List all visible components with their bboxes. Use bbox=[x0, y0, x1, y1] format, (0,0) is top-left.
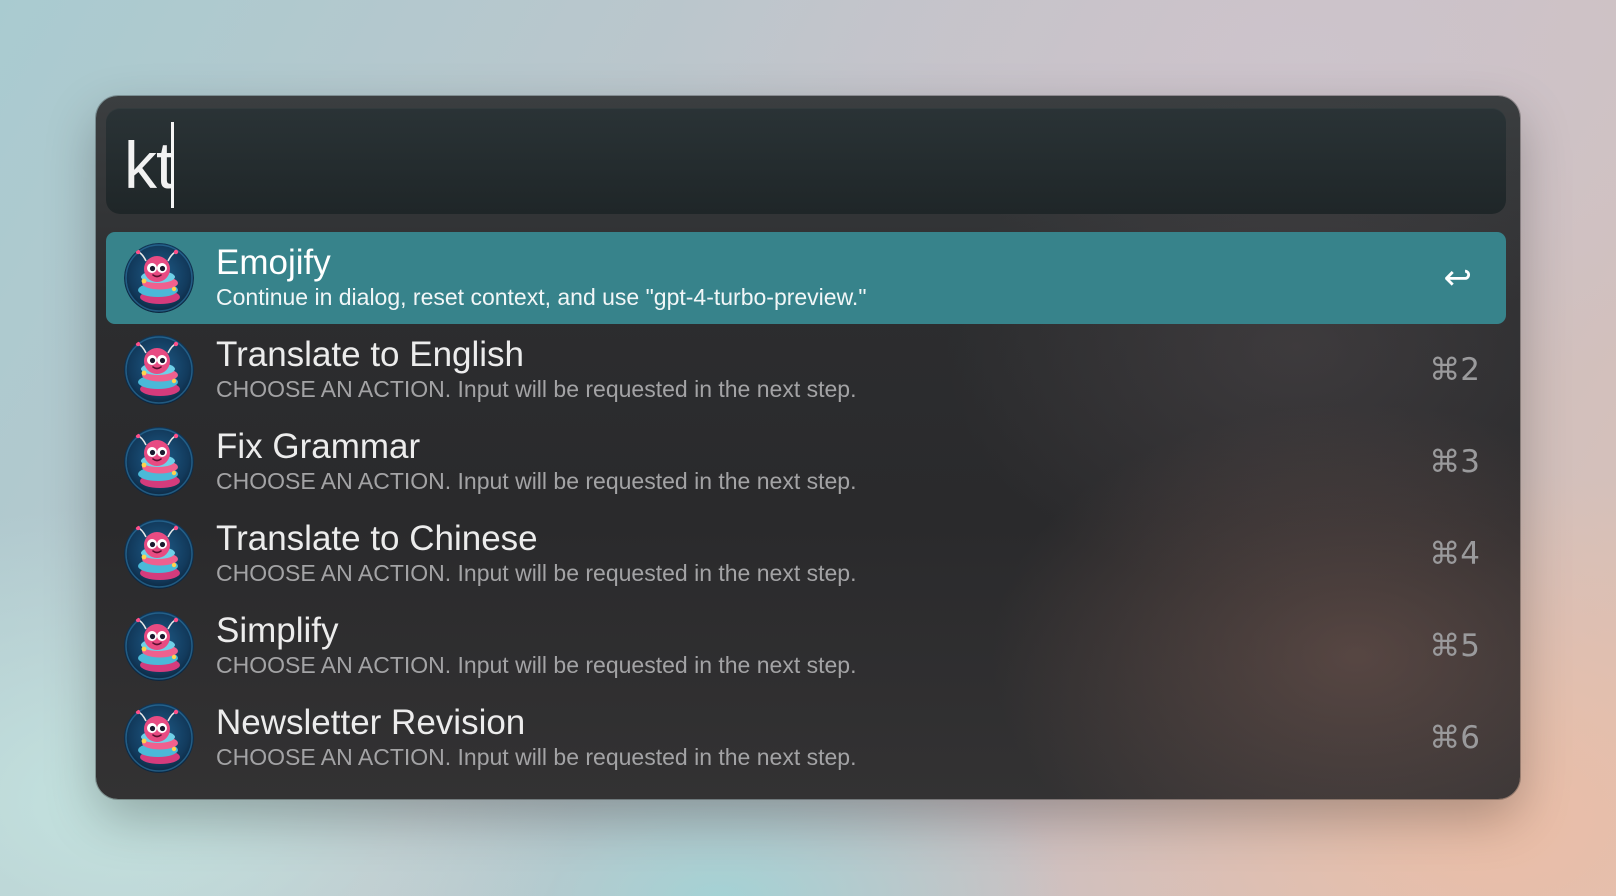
result-title: Simplify bbox=[216, 611, 339, 650]
launcher-window: kt Emojify Continue in dialog, reset con… bbox=[96, 96, 1520, 799]
result-title: Newsletter Revision bbox=[216, 703, 526, 742]
bug-mascot-icon bbox=[124, 335, 194, 405]
search-query: kt bbox=[124, 128, 174, 202]
search-field[interactable]: kt bbox=[106, 108, 1506, 214]
search-input[interactable]: kt bbox=[124, 122, 175, 208]
shortcut-hint: ⌘6 bbox=[1429, 720, 1480, 756]
shortcut-hint: ⌘5 bbox=[1429, 628, 1480, 664]
result-subtitle: Continue in dialog, reset context, and u… bbox=[216, 284, 867, 310]
result-item-simplify[interactable]: Simplify CHOOSE AN ACTION. Input will be… bbox=[106, 600, 1506, 692]
result-title: Emojify bbox=[216, 243, 331, 282]
text-caret bbox=[171, 122, 175, 208]
result-title: Translate to English bbox=[216, 335, 525, 374]
result-item-newsletter-revision[interactable]: Newsletter Revision CHOOSE AN ACTION. In… bbox=[106, 692, 1506, 784]
result-subtitle: CHOOSE AN ACTION. Input will be requeste… bbox=[216, 468, 857, 494]
result-subtitle: CHOOSE AN ACTION. Input will be requeste… bbox=[216, 376, 857, 402]
result-title: Translate to Chinese bbox=[216, 519, 538, 558]
result-subtitle: CHOOSE AN ACTION. Input will be requeste… bbox=[216, 560, 857, 586]
bug-mascot-icon bbox=[124, 519, 194, 589]
bug-mascot-icon bbox=[124, 243, 194, 313]
shortcut-hint: ⌘3 bbox=[1429, 444, 1480, 480]
result-subtitle: CHOOSE AN ACTION. Input will be requeste… bbox=[216, 744, 857, 770]
bug-mascot-icon bbox=[124, 427, 194, 497]
result-title: Fix Grammar bbox=[216, 427, 421, 466]
result-item-emojify[interactable]: Emojify Continue in dialog, reset contex… bbox=[106, 232, 1506, 324]
result-item-fix-grammar[interactable]: Fix Grammar CHOOSE AN ACTION. Input will… bbox=[106, 416, 1506, 508]
bug-mascot-icon bbox=[124, 703, 194, 773]
shortcut-hint: ⌘2 bbox=[1429, 352, 1480, 388]
result-item-translate-english[interactable]: Translate to English CHOOSE AN ACTION. I… bbox=[106, 324, 1506, 416]
result-subtitle: CHOOSE AN ACTION. Input will be requeste… bbox=[216, 652, 857, 678]
result-item-translate-chinese[interactable]: Translate to Chinese CHOOSE AN ACTION. I… bbox=[106, 508, 1506, 600]
results-list: Emojify Continue in dialog, reset contex… bbox=[106, 232, 1506, 784]
bug-mascot-icon bbox=[124, 611, 194, 681]
shortcut-hint: ⌘4 bbox=[1429, 536, 1480, 572]
return-key-icon: ↩ bbox=[1443, 258, 1473, 298]
